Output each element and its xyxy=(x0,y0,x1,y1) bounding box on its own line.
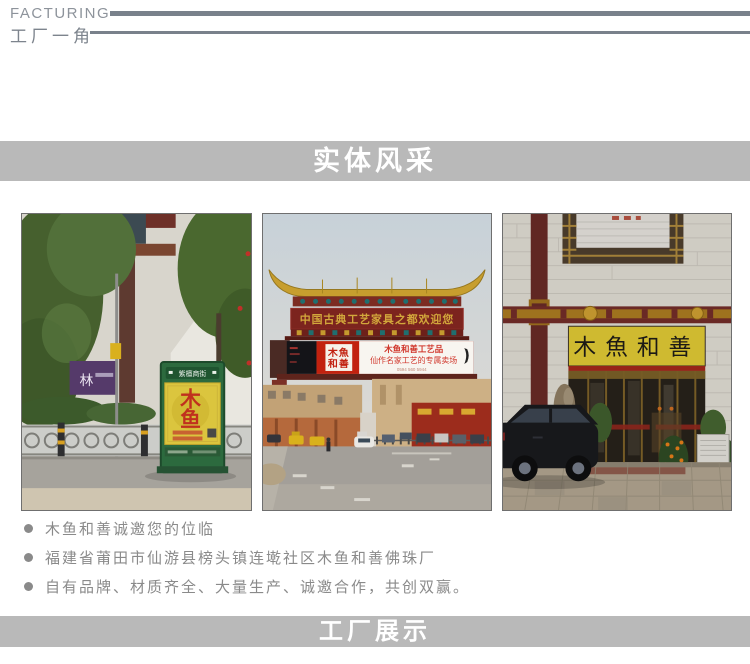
photo-storefront-graphic: 木魚和善 xyxy=(503,214,731,510)
section-title-factory: 工厂展示 xyxy=(319,618,431,645)
green-kiosk: 紫檀商街 木 鱼 xyxy=(156,361,229,474)
feature-list: 木鱼和善诚邀您的位临 福建省莆田市仙游县榜头镇连墘社区木鱼和善佛珠厂 自有品牌、… xyxy=(24,514,732,601)
kiosk-char-2: 鱼 xyxy=(180,408,201,432)
photo-storefront: 木魚和善 xyxy=(502,213,732,511)
list-item: 木鱼和善诚邀您的位临 xyxy=(24,514,732,543)
list-item-text: 木鱼和善诚邀您的位临 xyxy=(45,521,216,538)
logo-row-2: 和善 xyxy=(327,357,350,370)
section-banner-factory: 工厂展示 xyxy=(0,616,750,647)
purple-sign-text: 林 xyxy=(79,372,93,388)
ad-line-1: 木鱼和善工艺品 xyxy=(383,344,443,354)
list-item-text: 自有品牌、材质齐全、大量生产、诚邀合作，共创双赢。 xyxy=(45,579,471,596)
photo-street-kiosk: 林 紫檀商街 木 鱼 xyxy=(21,213,252,511)
brand-logo: 木魚 和善 xyxy=(325,344,353,371)
photo-archway-graphic: 中国古典工艺家具之都欢迎您 木魚 和善 木鱼和善工艺品 仙作名家工艺的专属卖场 xyxy=(263,214,491,510)
archway-plaque-text: 中国古典工艺家具之都欢迎您 xyxy=(300,312,455,326)
header-subtitle-en: FACTURING xyxy=(10,5,111,22)
divider-thick xyxy=(110,11,750,16)
logo-row-1: 木魚 xyxy=(327,346,350,359)
photo-row: 林 紫檀商街 木 鱼 中国古典工艺家具之都欢迎您 木魚 和善 木鱼和善工艺品 仙… xyxy=(21,213,732,511)
section-title-showcase: 实体风采 xyxy=(313,146,437,176)
ad-line-2: 仙作名家工艺的专属卖场 xyxy=(370,355,457,365)
list-item: 福建省莆田市仙游县榜头镇连墘社区木鱼和善佛珠厂 xyxy=(24,543,732,572)
ad-phone: 0594 560 5944 xyxy=(397,367,427,372)
list-item: 自有品牌、材质齐全、大量生产、诚邀合作，共创双赢。 xyxy=(24,572,732,601)
divider-thin xyxy=(90,31,750,34)
bullet-icon xyxy=(24,582,33,591)
product-detail-section: FACTURING 工厂一角 实体风采 林 紫檀商街 木 鱼 中国古典工艺家具之… xyxy=(0,0,750,664)
photo-street-kiosk-graphic: 林 紫檀商街 木 鱼 xyxy=(22,214,251,510)
bullet-icon xyxy=(24,553,33,562)
header-title-zh: 工厂一角 xyxy=(10,27,94,46)
kiosk-header-text: 紫檀商街 xyxy=(179,369,207,378)
section-banner-showcase: 实体风采 xyxy=(0,141,750,181)
bullet-icon xyxy=(24,524,33,533)
photo-archway-street: 中国古典工艺家具之都欢迎您 木魚 和善 木鱼和善工艺品 仙作名家工艺的专属卖场 xyxy=(262,213,492,511)
list-item-text: 福建省莆田市仙游县榜头镇连墘社区木鱼和善佛珠厂 xyxy=(45,550,437,567)
